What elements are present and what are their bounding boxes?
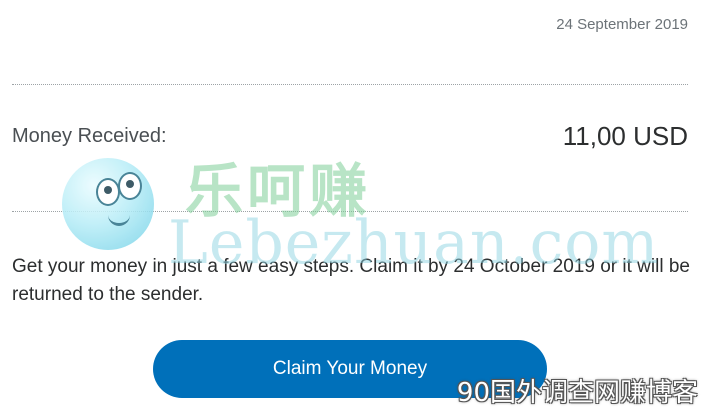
money-received-label: Money Received:: [12, 125, 167, 147]
mascot-right-eye-icon: [118, 172, 142, 200]
mascot-mouth-icon: [108, 212, 130, 226]
watermark-mascot-icon: [62, 158, 154, 250]
watermark-site-text: Lebezhuan.com: [168, 208, 660, 278]
watermark-bottom-text: 90国外调查网赚博客: [456, 378, 698, 408]
divider-top: [12, 84, 688, 85]
email-date: 24 September 2019: [556, 16, 688, 33]
mascot-left-eye-icon: [96, 178, 120, 206]
money-received-amount: 11,00 USD: [562, 121, 688, 151]
